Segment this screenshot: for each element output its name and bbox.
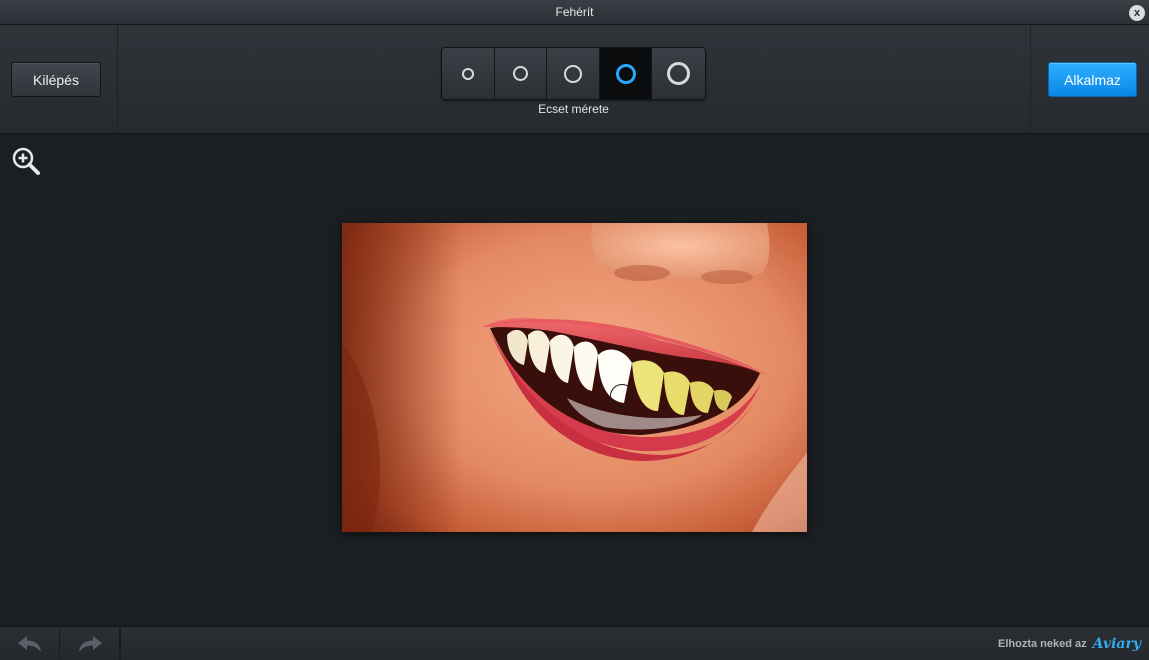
- brush-size-4[interactable]: [599, 48, 653, 99]
- brush-size-2[interactable]: [494, 48, 548, 99]
- undo-button[interactable]: [0, 627, 60, 660]
- brush-size-selector: [441, 47, 706, 100]
- brush-size-3[interactable]: [547, 48, 600, 99]
- toolbar: Kilépés Ecset mérete Alkalmaz: [0, 25, 1149, 134]
- bottom-bar: Elhozta neked az Aviary: [0, 626, 1149, 660]
- zoom-in-icon[interactable]: [10, 145, 42, 177]
- window-title: Fehérít: [555, 5, 594, 19]
- credit: Elhozta neked az Aviary: [998, 636, 1141, 652]
- photo-smile[interactable]: [342, 223, 807, 532]
- undo-icon: [17, 636, 41, 652]
- brush-ring-icon: [667, 62, 691, 85]
- close-button[interactable]: x: [1129, 5, 1145, 21]
- brush-size-label: Ecset mérete: [538, 102, 609, 116]
- credit-text: Elhozta neked az: [998, 638, 1087, 650]
- exit-button[interactable]: Kilépés: [11, 62, 101, 97]
- redo-icon: [78, 636, 102, 652]
- title-bar: Fehérít x: [0, 0, 1149, 25]
- canvas-area[interactable]: [0, 134, 1149, 626]
- brush-ring-icon: [461, 67, 474, 80]
- redo-button[interactable]: [60, 627, 120, 660]
- toolbar-right: Alkalmaz: [1030, 25, 1149, 133]
- brush-size-1[interactable]: [442, 48, 495, 99]
- whiten-editor: Fehérít x Kilépés Ecset mérete Alkalmaz …: [0, 0, 1149, 660]
- apply-button[interactable]: Alkalmaz: [1048, 62, 1137, 97]
- brush-cursor: [610, 384, 634, 408]
- brush-ring-icon: [615, 63, 636, 84]
- aviary-logo[interactable]: Aviary: [1093, 636, 1141, 652]
- toolbar-left: Kilépés: [0, 25, 118, 133]
- brush-ring-icon: [563, 64, 582, 83]
- brush-size-5[interactable]: [652, 48, 705, 99]
- brush-ring-icon: [512, 66, 528, 81]
- divider: [120, 627, 121, 660]
